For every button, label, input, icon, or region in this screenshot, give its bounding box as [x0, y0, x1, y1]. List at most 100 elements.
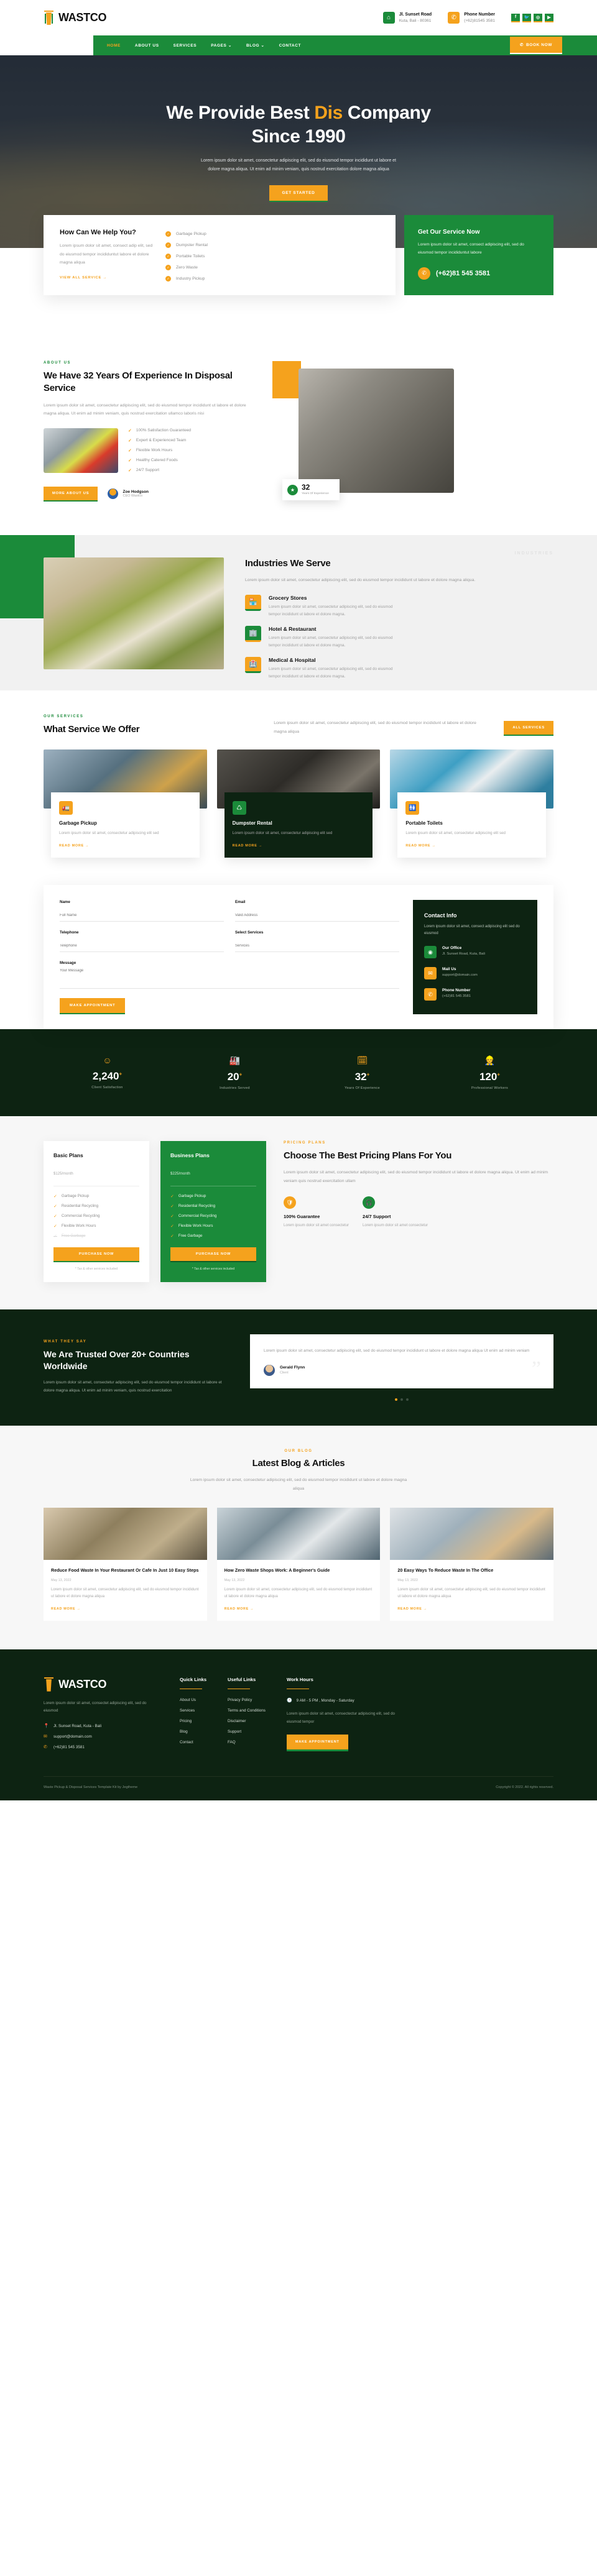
service-card-dumpster-rental[interactable]: ♺ Dumpster Rental Lorem ipsum dolor sit … — [216, 749, 381, 858]
nav-item-services[interactable]: SERVICES — [174, 44, 197, 48]
nav-item-pages[interactable]: PAGES ⌄ — [211, 43, 232, 48]
book-now-button[interactable]: ✆ BOOK NOW — [509, 37, 562, 54]
work-hours-text: Lorem ipsum dolor sit amet, consectectur… — [286, 1712, 395, 1724]
carousel-dot[interactable] — [406, 1398, 409, 1401]
testimonial-paragraph: Lorem ipsum dolor sit amet, consectetur … — [44, 1380, 222, 1393]
link-privacy-policy[interactable]: Privacy Policy — [228, 1698, 266, 1702]
twitter-icon[interactable]: 🐦 — [522, 13, 531, 22]
check-icon: ✓ — [165, 242, 171, 248]
footer-phone: ✆ (+62)81 545 3581 — [44, 1744, 85, 1750]
contact-info-paragraph: Lorem ipsum dolor sit amet, consect adip… — [424, 924, 520, 936]
message-textarea[interactable] — [60, 968, 399, 989]
list-item: ✓ Flexible Work Hours — [170, 1224, 213, 1229]
list-item: ✓ Garbage Pickup — [170, 1194, 206, 1199]
link-contact[interactable]: Contact — [180, 1740, 206, 1744]
link-blog[interactable]: Blog — [180, 1730, 206, 1734]
footer-work-hours: Work Hours 🕐 9 AM - 5 PM , Monday - Satur… — [286, 1677, 399, 1751]
nav-item-home[interactable]: HOME — [107, 44, 121, 48]
facebook-icon[interactable]: f — [511, 13, 520, 22]
brand-name: WASTCO — [58, 11, 107, 24]
nav-item-blog[interactable]: BLOG ⌄ — [246, 43, 265, 48]
industries-title: Industries We Serve — [245, 558, 331, 569]
link-terms-and-conditions[interactable]: Terms and Conditions — [228, 1708, 266, 1713]
avatar — [264, 1364, 275, 1376]
telephone-input[interactable] — [60, 943, 224, 952]
person-role: CEO Wastco — [123, 494, 143, 498]
blog-image — [390, 1508, 554, 1561]
list-item: ✓ Dumpster Rental — [165, 242, 208, 248]
footer-logo[interactable]: WASTCO — [44, 1677, 159, 1692]
check-icon: ✓ — [128, 468, 132, 473]
blog-post-card[interactable]: Reduce Food Waste In Your Restaurant Or … — [44, 1508, 207, 1621]
feature-text: Lorem ipsum dolor sit amet consectetur — [284, 1224, 349, 1228]
main-navigation: HOME ABOUT US SERVICES PAGES ⌄ BLOG ⌄ CO… — [0, 35, 597, 55]
link-support[interactable]: Support — [228, 1730, 266, 1734]
carousel-dot[interactable] — [400, 1398, 403, 1401]
read-more-link[interactable]: READ MORE → — [59, 844, 192, 848]
industries-photo — [44, 557, 224, 669]
blog-image — [216, 1508, 381, 1561]
green-card-phone[interactable]: ✆ (+62)81 545 3581 — [418, 267, 540, 280]
post-text: Lorem ipsum dolor sit amet, consectetur … — [224, 1587, 373, 1599]
blog-post-card[interactable]: How Zero Waste Shops Work: A Beginner's … — [216, 1508, 381, 1621]
view-all-service-link[interactable]: VIEW ALL SERVICE → — [60, 276, 153, 280]
mail-row: ✉ Mail Us support@domain.com — [424, 967, 526, 980]
link-about-us[interactable]: About Us — [180, 1698, 206, 1702]
read-more-link[interactable]: READ MORE → — [405, 844, 538, 848]
make-appointment-button[interactable]: MAKE APPOINTMENT — [60, 997, 126, 1014]
more-about-us-button[interactable]: MORE ABOUT US — [44, 486, 98, 502]
youtube-icon[interactable]: ▶ — [545, 13, 553, 22]
get-started-button[interactable]: GET STARTED — [269, 185, 328, 202]
blog-post-card[interactable]: 20 Easy Ways To Reduce Waste In The Offi… — [390, 1508, 554, 1621]
name-input[interactable] — [60, 913, 224, 922]
industry-icon: 🏭 — [229, 1055, 241, 1065]
nav-item-about-us[interactable]: ABOUT US — [135, 44, 159, 48]
read-more-link[interactable]: READ MORE → — [224, 1607, 373, 1611]
read-more-link[interactable]: READ MORE → — [51, 1607, 200, 1611]
purchase-now-button[interactable]: PURCHASE NOW — [53, 1247, 139, 1262]
person-name: Zoe Hodgson — [123, 490, 149, 495]
list-item[interactable]: 🏪 Grocery Stores Lorem ipsum dolor sit a… — [245, 594, 553, 618]
service-card-portable-toilets[interactable]: 🚻 Portable Toilets Lorem ipsum dolor sit… — [390, 749, 554, 858]
pin-icon: 📍 — [44, 1724, 49, 1729]
stat-label: Client Satisfaction — [91, 1085, 123, 1089]
purchase-now-button[interactable]: PURCHASE NOW — [170, 1247, 256, 1262]
chevron-down-icon: ⌄ — [261, 44, 265, 48]
post-date: May 13, 2022 — [51, 1578, 72, 1582]
email-input[interactable] — [235, 913, 399, 922]
check-icon: ✓ — [170, 1214, 174, 1219]
all-services-button[interactable]: ALL SERVICES — [504, 721, 553, 736]
link-faq[interactable]: FAQ — [228, 1740, 266, 1744]
read-more-link[interactable]: READ MORE → — [233, 844, 365, 848]
nav-item-contact[interactable]: CONTACT — [279, 44, 302, 48]
check-icon: ✓ — [53, 1214, 57, 1219]
list-item[interactable]: 🏢 Hotel & Restaurant Lorem ipsum dolor s… — [245, 625, 553, 649]
testimonial-eyebrow: WHAT THEY SAY — [44, 1339, 87, 1344]
select-services-input[interactable] — [235, 943, 399, 952]
stat-industries-served: 🏭 20+ Industries Served — [171, 1055, 298, 1090]
top-bar: WASTCO ⌂ Jl. Sunset Road Kuta, Bali - 80… — [0, 0, 597, 35]
link-disclaimer[interactable]: Disclaimer — [228, 1719, 266, 1723]
list-item[interactable]: 🏥 Medical & Hospital Lorem ipsum dolor s… — [245, 656, 553, 681]
about-paragraph: Lorem ipsum dolor sit amet, consectetur … — [44, 403, 246, 416]
make-appointment-button[interactable]: MAKE APPOINTMENT — [286, 1734, 348, 1751]
post-date: May 13, 2022 — [224, 1578, 245, 1582]
read-more-link[interactable]: READ MORE → — [397, 1607, 546, 1611]
carousel-dot[interactable] — [395, 1398, 397, 1401]
service-text: Lorem ipsum dolor sit amet, consectetur … — [405, 831, 506, 836]
list-item: ✓ Healthy Catered Foods — [128, 458, 178, 463]
blog-section: OUR BLOG Latest Blog & Articles Lorem ip… — [0, 1425, 597, 1649]
about-feature-list: ✓ 100% Satisfaction Guaranteed ✓ Expert & … — [128, 428, 191, 473]
hospital-icon: 🏥 — [245, 656, 261, 673]
service-text: Lorem ipsum dolor sit amet, consectetur … — [59, 831, 159, 836]
feature-title: 100% Guarantee — [284, 1214, 320, 1220]
site-logo[interactable]: WASTCO — [44, 10, 107, 25]
instagram-icon[interactable]: ◎ — [534, 13, 542, 22]
phone-row: ✆ Phone Number (+62)81 545 3581 — [424, 988, 526, 1001]
link-services[interactable]: Services — [180, 1708, 206, 1713]
service-card-garbage-pickup[interactable]: 🚛 Garbage Pickup Lorem ipsum dolor sit a… — [44, 749, 207, 858]
office-title: Our Office — [442, 946, 462, 951]
badge-number: 32 — [302, 483, 310, 492]
carousel-dots[interactable] — [250, 1398, 553, 1401]
link-pricing[interactable]: Pricing — [180, 1719, 206, 1723]
